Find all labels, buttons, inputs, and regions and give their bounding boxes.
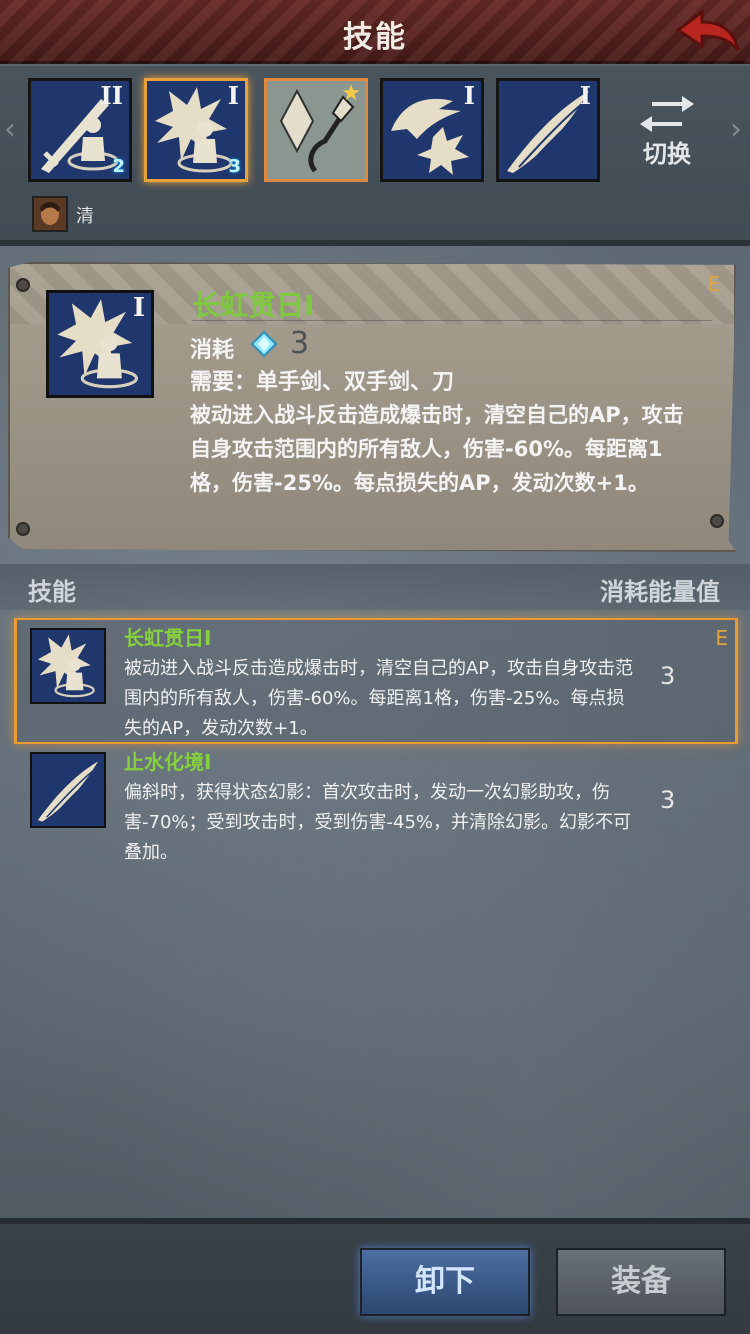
- rivet: [710, 514, 724, 528]
- skill-detail-card: I 长虹贯日I E 消耗 3 需要：单手剑、双手剑、刀 被动进入战斗反击造成爆击…: [8, 262, 736, 552]
- skill-slot-2[interactable]: I 3: [144, 78, 248, 182]
- skill-slot-1[interactable]: II 2: [28, 78, 132, 182]
- cost-value: 3: [290, 326, 310, 361]
- skill-slot-4[interactable]: I: [380, 78, 484, 182]
- hero-name: 清: [76, 206, 94, 227]
- skill-list-header: 技能 消耗能量值: [0, 564, 750, 610]
- slot-rank: II: [100, 81, 123, 110]
- detail-skill-icon: I: [46, 290, 154, 398]
- rivet: [16, 278, 30, 292]
- swap-arrows-icon: [640, 96, 694, 132]
- list-skill-title: 止水化境I: [124, 750, 212, 774]
- switch-label: 切换: [643, 140, 691, 168]
- list-skill-icon: [30, 628, 106, 704]
- list-skill-desc: 偏斜时，获得状态幻影：首次攻击时，发动一次幻影助攻，伤害-70%；受到攻击时，受…: [124, 782, 632, 863]
- hero-portrait-icon: [34, 198, 66, 230]
- list-skill-title: 长虹贯日I: [124, 626, 212, 650]
- slot-rank: I: [227, 81, 239, 110]
- switch-button[interactable]: 切换: [632, 90, 702, 170]
- feather-slash-icon: [32, 754, 104, 826]
- requirement-text: 需要：单手剑、双手剑、刀: [190, 370, 455, 395]
- energy-gem-icon: [250, 330, 278, 358]
- star-icon: ★: [341, 81, 361, 106]
- detail-skill-name: 长虹贯日I: [192, 289, 315, 322]
- back-button[interactable]: [672, 6, 742, 58]
- avatar[interactable]: [32, 196, 68, 232]
- list-skill-cost: 3: [660, 786, 676, 814]
- rivet: [16, 522, 30, 536]
- list-item[interactable]: 长虹贯日I 被动进入战斗反击造成爆击时，清空自己的AP，攻击自身攻击范围内的所有…: [14, 618, 738, 744]
- page-title: 技能: [343, 20, 407, 55]
- skill-description: 被动进入战斗反击造成爆击时，清空自己的AP，攻击自身攻击范围内的所有敌人，伤害-…: [190, 403, 684, 495]
- slot-badge: 3: [228, 156, 241, 177]
- cost-label: 消耗: [190, 338, 235, 363]
- burst-guard-icon: [32, 630, 104, 702]
- scroll-left-arrow[interactable]: ‹: [4, 110, 18, 150]
- divider: [192, 320, 712, 321]
- list-header-skill: 技能: [28, 578, 76, 606]
- slot-rank: I: [579, 81, 591, 110]
- grade-label: E: [707, 272, 720, 296]
- header-bar: 技能: [0, 0, 750, 64]
- skill-slot-5[interactable]: I: [496, 78, 600, 182]
- slot-badge: 2: [112, 156, 125, 177]
- slot-rank: I: [463, 81, 475, 110]
- detail-rank: I: [132, 293, 145, 323]
- list-skill-desc: 被动进入战斗反击造成爆击时，清空自己的AP，攻击自身攻击范围内的所有敌人，伤害-…: [124, 658, 634, 739]
- list-header-cost: 消耗能量值: [600, 578, 720, 606]
- equip-button[interactable]: 装备: [556, 1248, 726, 1316]
- back-arrow-icon: [675, 9, 740, 51]
- list-skill-icon: [30, 752, 106, 828]
- scroll-right-arrow[interactable]: ›: [730, 110, 744, 150]
- skill-slot-3[interactable]: ★: [264, 78, 368, 182]
- grade-label: E: [715, 626, 728, 650]
- list-skill-cost: 3: [660, 662, 676, 690]
- unequip-button[interactable]: 卸下: [360, 1248, 530, 1316]
- list-item[interactable]: 止水化境I 偏斜时，获得状态幻影：首次攻击时，发动一次幻影助攻，伤害-70%；受…: [14, 744, 738, 870]
